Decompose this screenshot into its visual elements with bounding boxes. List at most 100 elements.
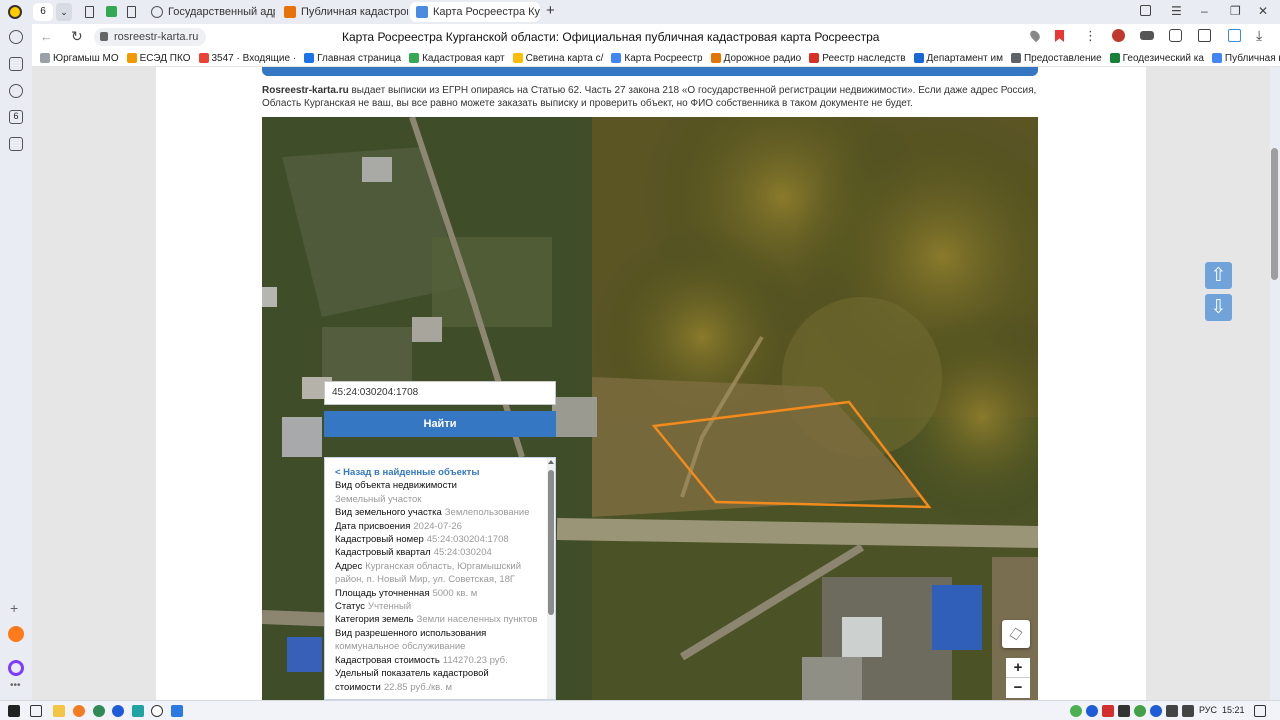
back-icon[interactable]: ← [40,29,53,44]
app-shield-icon[interactable] [93,705,105,717]
url-pill[interactable]: rosreestr-karta.ru [94,28,207,46]
info-value: Курганская область, Юргамышский район, п… [335,560,522,586]
app-c-icon[interactable] [151,705,163,717]
more-options-icon[interactable]: ⋮ [1084,28,1097,44]
info-value: 114270.23 руб. [442,654,508,666]
restore-button[interactable]: ❐ [1230,4,1241,18]
zoom-in-button[interactable]: + [1006,658,1030,678]
tab-manager-icon[interactable] [1140,5,1151,16]
bookmark-favicon-icon [304,53,315,63]
intro-site-name: Rosreestr-karta.ru [262,85,349,96]
tray-5-icon[interactable] [1134,705,1146,717]
notifications-icon[interactable] [1254,705,1266,717]
minimize-button[interactable]: – [1201,4,1208,18]
app-blue-doc-icon[interactable] [171,705,183,717]
bookmark-item[interactable]: Реестр наследств [809,53,906,64]
counter-6-icon[interactable]: 6 [9,110,23,124]
zoom-out-button[interactable]: − [1006,678,1030,698]
tab-pinned-apps-icon[interactable] [106,6,117,17]
search-button[interactable]: Найти [324,411,556,437]
explorer-icon[interactable] [53,705,65,717]
extension-1-icon[interactable] [1112,29,1125,42]
bookmark-favicon-icon [512,53,523,63]
bookmark-item[interactable]: Департамент им [913,52,1003,64]
bookmark-item[interactable]: Геодезический ка [1109,53,1204,64]
notes-icon[interactable] [9,57,23,71]
bookmark-item[interactable]: Дорожное радио [710,53,801,64]
scroll-to-bottom-button[interactable]: ⇩ [1205,294,1232,321]
info-row: Удельный показатель кадастровой стоимост… [335,667,545,694]
extension-2-icon[interactable] [1140,31,1154,40]
collections-icon[interactable] [1198,29,1211,42]
volume-icon[interactable] [1182,705,1194,717]
cadastral-search-input[interactable]: 45:24:030204:1708 [324,381,556,405]
network-icon[interactable] [1166,705,1178,717]
info-panel-scrollbar[interactable] [547,458,555,699]
tray-3-icon[interactable] [1102,705,1114,717]
tab-pinned-doc2-icon[interactable] [127,6,136,18]
bookmark-item[interactable]: Публичная кадаст [1211,53,1280,64]
bookmark-favicon-icon [1109,53,1120,63]
start-icon[interactable] [8,705,20,717]
page-scrollbar-thumb[interactable] [1271,148,1278,280]
app-orange-icon[interactable] [73,705,85,717]
tab-counter[interactable]: 6 [33,3,53,21]
screenshot-icon[interactable] [9,137,23,151]
yandex-browser-icon[interactable] [112,705,124,717]
browser-logo-icon[interactable] [8,5,22,19]
new-tab-button[interactable]: + [546,3,555,19]
app-teal-icon[interactable] [132,705,144,717]
bookmark-item[interactable]: 3547 · Входящие · [198,53,296,64]
close-window-button[interactable]: ✕ [1258,4,1268,18]
download-arrow-icon[interactable]: ⤓ [1256,27,1262,44]
bookmark-icon[interactable] [1055,30,1064,42]
more-panels-icon[interactable]: ••• [10,680,21,691]
bookmark-item[interactable]: Юргамыш МО [40,53,119,64]
info-value: коммунальное обслуживание [335,641,466,653]
alice-icon[interactable] [8,660,24,676]
language-indicator[interactable]: РУС [1199,705,1217,715]
bookmark-item[interactable]: Кадастровая карт [409,53,505,64]
intro-paragraph: Rosreestr-karta.ru выдает выписки из ЕГР… [262,84,1038,110]
lock-icon [100,32,108,41]
bookmark-label: Департамент им [926,52,1003,64]
back-to-results-link[interactable]: < Назад в найденные объекты [335,466,545,479]
satellite-map[interactable]: 45:24:030204:1708 Найти < Назад в найден… [262,117,1038,700]
tray-1-icon[interactable] [1070,705,1082,717]
layers-button[interactable] [1002,620,1030,648]
info-value: Земельный участок [335,493,422,505]
bookmark-item[interactable]: Главная страница [304,53,401,64]
menu-icon[interactable]: ☰ [1171,4,1182,18]
extensions-icon[interactable] [1169,29,1182,42]
tray-4-icon[interactable] [1118,705,1130,717]
bookmark-item[interactable]: Светина карта с/ [512,53,603,64]
tray-6-icon[interactable] [1150,705,1162,717]
info-label: Статус [335,601,366,613]
mail-icon[interactable] [8,626,24,642]
bookmark-item[interactable]: Предоставление [1010,53,1102,64]
add-panel-icon[interactable]: + [10,600,18,616]
scroll-to-top-button[interactable]: ⇧ [1205,262,1232,289]
info-label: Дата присвоения [335,520,411,532]
reload-icon[interactable]: ↻ [71,28,83,45]
bookmark-item[interactable]: ЕСЭД ПКО [126,53,191,64]
tab-karta-rosreestra[interactable]: Карта Росреестра Кург ✕ [410,2,540,22]
tab-publichnaya-kadastrovaya[interactable]: Публичная кадастровая [278,2,408,22]
tabs-dropdown-icon[interactable]: ⌄ [56,3,72,21]
info-row: Дата присвоения 2024-07-26 [335,520,545,533]
downloads-icon[interactable] [1228,29,1241,42]
bookmark-favicon-icon [40,53,50,63]
tray-2-icon[interactable] [1086,705,1098,717]
task-view-icon[interactable] [30,705,42,717]
scroll-up-arrow-icon[interactable] [548,460,554,464]
bookmark-item[interactable]: Карта Росреестр [611,53,703,64]
video-icon[interactable] [9,84,23,98]
tab-pinned-doc-icon[interactable] [85,6,94,18]
tab-gosudarstvenny-adres[interactable]: Государственный адрес [145,2,275,22]
clock[interactable]: 15:21 [1222,705,1245,715]
location-icon[interactable] [1028,28,1042,43]
tab-title: Карта Росреестра Кург [433,6,540,18]
scrollbar-thumb[interactable] [548,470,554,615]
info-row: Статус Учтенный [335,600,545,613]
history-icon[interactable] [9,30,23,44]
